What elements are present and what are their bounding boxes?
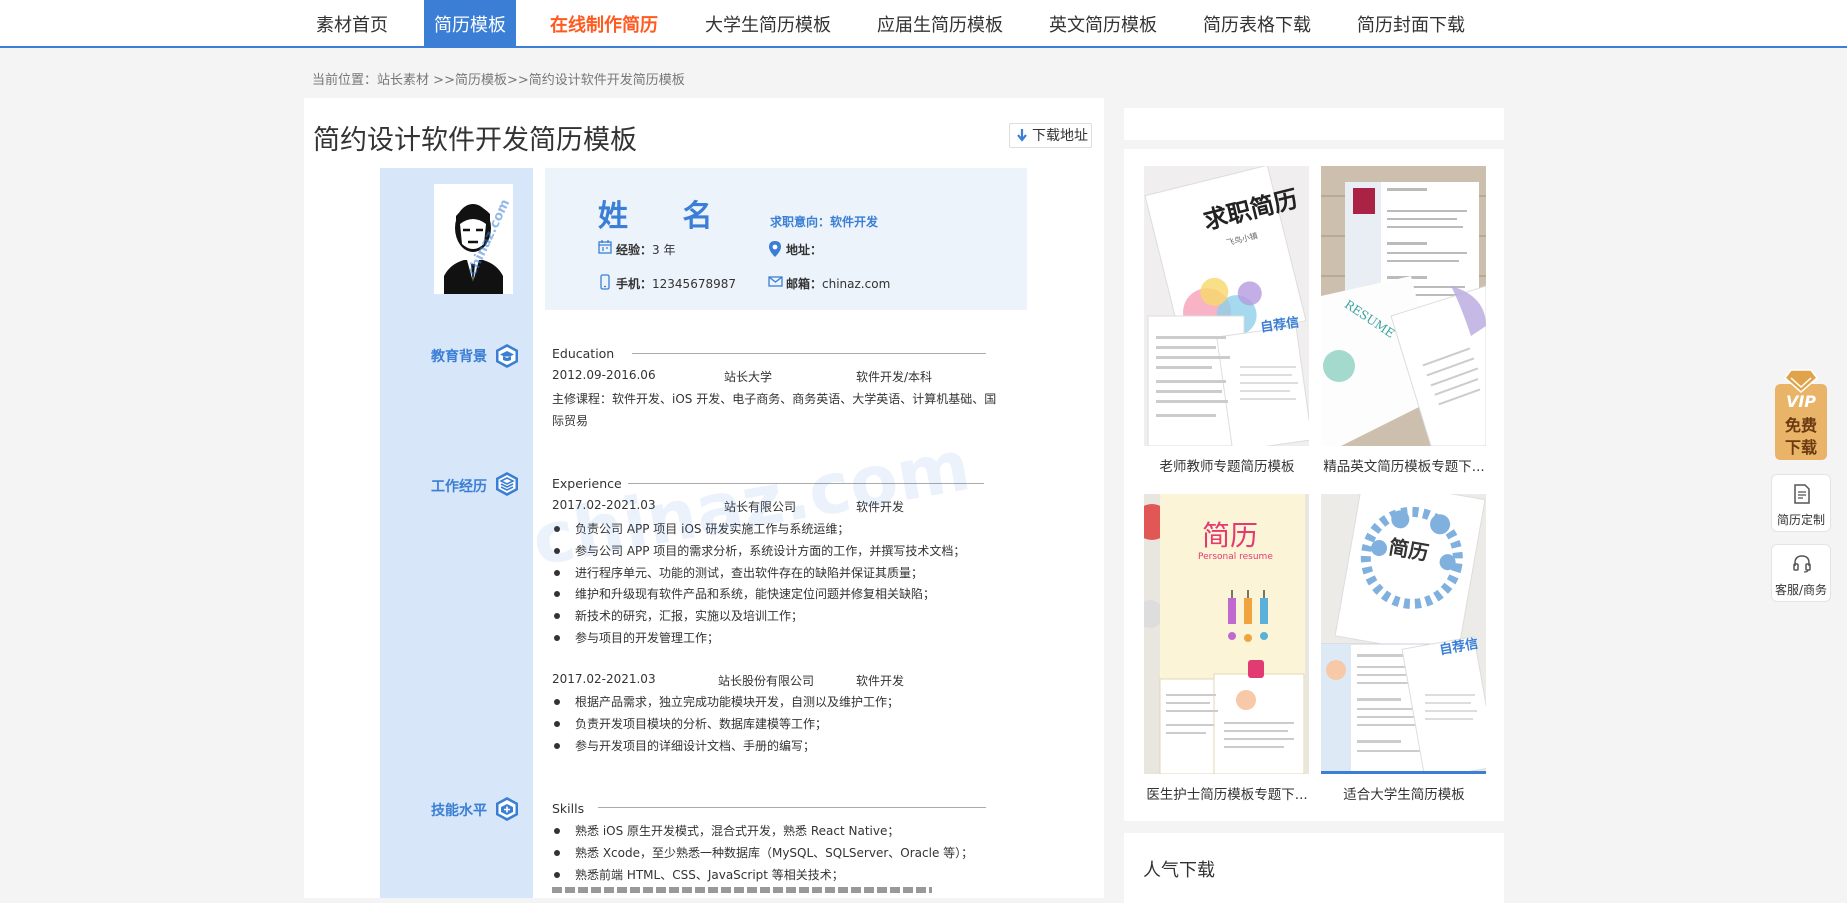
section-divider (598, 807, 986, 808)
job1-duty: 参与项目的开发管理工作； (553, 631, 720, 645)
email-label: 邮箱： (786, 277, 823, 291)
job1-duty: 维护和升级现有软件产品和系统，能快速定位问题并修复相关缺陷； (553, 587, 936, 601)
top-nav: 素材首页 简历模板 在线制作简历 大学生简历模板 应届生简历模板 英文简历模板 … (0, 0, 1847, 48)
thumb-art-sub: Personal resume (1198, 552, 1273, 562)
thumb-teacher-resume[interactable]: 求职简历 飞鸟小镇 自荐信 (1144, 166, 1309, 446)
nav-item-resume-templates[interactable]: 简历模板 (424, 0, 516, 48)
thumb-caption[interactable]: 适合大学生简历模板 (1318, 783, 1490, 803)
thumb-college-resume[interactable]: 简历 自荐信 (1321, 494, 1486, 774)
experience-label: 经验： (616, 243, 653, 257)
job2-position: 软件开发 (856, 674, 905, 688)
skill-item: 熟悉前端 HTML、CSS、JavaScript 等相关技术； (554, 868, 844, 882)
section-en-education: Education (552, 346, 615, 361)
section-label-work: 工作经历 (431, 479, 487, 495)
customer-service-label: 客服/商务 (1774, 583, 1828, 597)
breadcrumb-separator: >> (506, 73, 529, 88)
popular-downloads-title: 人气下载 (1143, 860, 1215, 881)
nav-item-graduate-templates[interactable]: 应届生简历模板 (870, 0, 1010, 48)
resume-custom-label: 简历定制 (1776, 513, 1825, 527)
breadcrumb-separator: >> (433, 73, 455, 88)
job2-duty: 根据产品需求，独立完成功能模块开发，自测以及维护工作； (553, 695, 900, 709)
education-period: 2012.09-2016.06 (552, 368, 656, 382)
vip-free-label: 免费 (1784, 416, 1817, 435)
resume-custom-button[interactable]: 简历定制 (1771, 474, 1831, 532)
headset-icon (1793, 555, 1811, 573)
download-button-label: 下载地址 (1032, 128, 1088, 144)
experience-value: 3 年 (652, 243, 676, 257)
calendar-icon (598, 240, 612, 254)
job2-duty: 负责开发项目模块的分析、数据库建模等工作； (553, 717, 828, 731)
section-label-education: 教育背景 (431, 349, 487, 365)
thumb-english-resume[interactable]: RESUME (1321, 166, 1486, 446)
education-courses-cont: 际贸易 (552, 414, 589, 428)
resume-job-intent: 求职意向：软件开发 (770, 215, 879, 229)
nav-item-online-resume[interactable]: 在线制作简历 (544, 0, 664, 48)
download-arrow-icon (1017, 129, 1027, 142)
document-icon (1794, 484, 1810, 504)
page-title: 简约设计软件开发简历模板 (313, 125, 637, 156)
phone-icon (600, 274, 610, 290)
job1-duty: 新技术的研究，汇报，实施以及培训工作； (553, 609, 804, 623)
mail-icon (768, 276, 783, 287)
job2-period: 2017.02-2021.03 (552, 672, 656, 686)
location-pin-icon (769, 241, 781, 257)
nav-item-form-download[interactable]: 简历表格下载 (1196, 0, 1318, 48)
job2-duty: 参与开发项目的详细设计文档、手册的编写； (553, 739, 816, 753)
nav-item-home[interactable]: 素材首页 (300, 0, 404, 48)
nav-item-cover-download[interactable]: 简历封面下载 (1349, 0, 1473, 48)
address-label: 地址： (786, 243, 823, 257)
email-value: chinaz.com (822, 277, 891, 291)
thumb-caption[interactable]: 老师教师专题简历模板 (1141, 455, 1313, 475)
download-button[interactable]: 下载地址 (1009, 123, 1092, 148)
nav-item-college-templates[interactable]: 大学生简历模板 (698, 0, 838, 48)
vip-free-download-button[interactable]: VIP 免费 下载 (1771, 368, 1831, 464)
breadcrumb-prefix: 当前位置： (312, 73, 378, 88)
section-divider (632, 353, 986, 354)
breadcrumb-link-home[interactable]: 站长素材 (377, 73, 429, 88)
thumb-art-title: 简历 (1202, 519, 1259, 552)
breadcrumb-link-category[interactable]: 简历模板 (455, 73, 507, 88)
skill-item: 熟悉 Xcode，至少熟悉一种数据库（MySQL、SQLServer、Oracl… (553, 846, 974, 860)
clipped-skill-line (552, 887, 932, 893)
breadcrumb-current: 简约设计软件开发简历模板 (528, 73, 685, 88)
nav-item-english-templates[interactable]: 英文简历模板 (1043, 0, 1163, 48)
plus-hex-icon (496, 797, 518, 821)
section-en-skills: Skills (552, 801, 585, 816)
education-courses: 主修课程：软件开发、iOS 开发、电子商务、商务英语、大学英语、计算机基础、国 (552, 392, 997, 406)
resume-photo: chinaz.com (434, 184, 513, 294)
resume-name: 姓 名 (598, 199, 735, 234)
sidebar-top-bar (1124, 108, 1504, 140)
vip-download-label: 下载 (1784, 438, 1817, 457)
thumb-doctor-resume[interactable]: 简历 Personal resume (1144, 494, 1309, 774)
education-school: 站长大学 (724, 370, 773, 384)
vip-label: VIP (1785, 392, 1817, 411)
job1-duty: 进行程序单元、功能的测试，查出软件存在的缺陷并保证其质量； (553, 566, 924, 580)
graduation-cap-icon (496, 344, 518, 368)
phone-label: 手机： (616, 277, 653, 291)
section-label-skills: 技能水平 (431, 803, 487, 819)
skill-item: 熟悉 iOS 原生开发模式，混合式开发，熟悉 React Native； (553, 824, 900, 838)
layers-icon (496, 472, 518, 496)
job2-company: 站长股份有限公司 (718, 674, 815, 688)
breadcrumb: 当前位置：站长素材 >>简历模板>>简约设计软件开发简历模板 (312, 69, 685, 88)
education-major: 软件开发/本科 (856, 370, 933, 384)
phone-value: 12345678987 (652, 277, 736, 291)
thumb-caption[interactable]: 医生护士简历模板专题下... (1141, 783, 1313, 803)
customer-service-button[interactable]: 客服/商务 (1771, 544, 1831, 602)
thumb-caption[interactable]: 精品英文简历模板专题下... (1318, 455, 1490, 475)
